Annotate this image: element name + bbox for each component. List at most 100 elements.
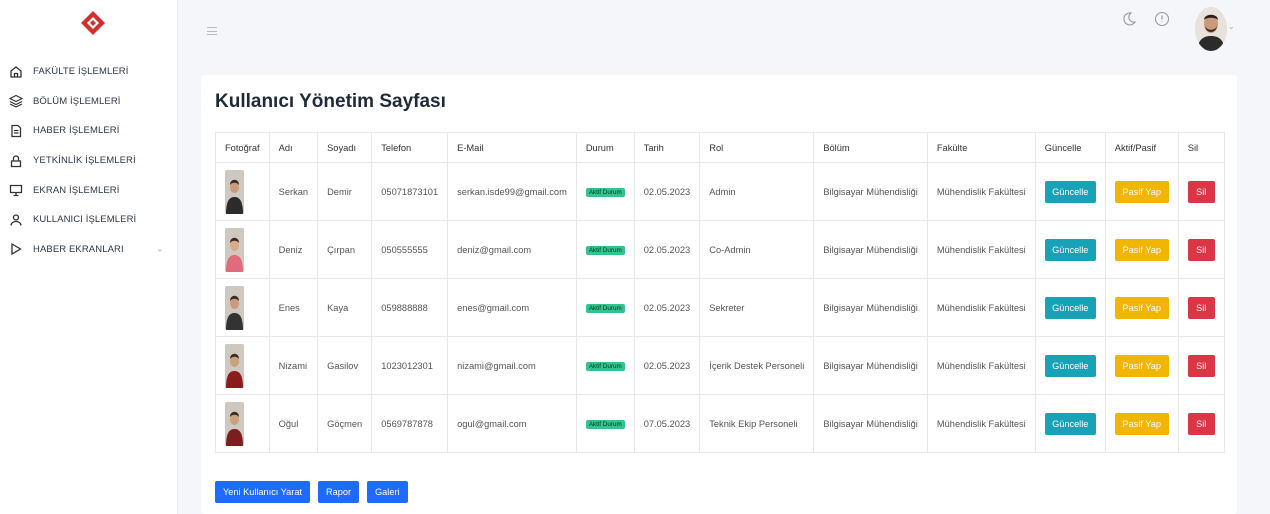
column-header: Rol — [699, 132, 815, 163]
cell-aktif-pasif: Pasif Yap — [1104, 278, 1179, 337]
logo-icon[interactable] — [80, 10, 106, 36]
update-button[interactable]: Güncelle — [1044, 180, 1096, 203]
cell-telefon: 059888888 — [371, 278, 449, 337]
cell-tarih: 02.05.2023 — [633, 278, 701, 337]
status-badge: Aktif Durum — [585, 188, 625, 197]
cell-tarih: 02.05.2023 — [633, 336, 701, 395]
users-table: Fotoğraf Adı Soyadı Telefon E-Mail Durum Tarih… — [215, 132, 1225, 453]
update-button[interactable]: Güncelle — [1044, 296, 1096, 319]
moon-icon[interactable] — [1120, 10, 1138, 28]
sidebar-item-kullanici[interactable]: KULLANICI İŞLEMLERİ — [0, 205, 178, 235]
cell-fakulte: Mühendislik Fakültesi — [926, 336, 1036, 395]
photo-cell — [215, 220, 270, 279]
user-photo — [225, 227, 244, 272]
photo-cell — [215, 162, 270, 221]
column-header: Fakülte — [926, 132, 1036, 163]
delete-button[interactable]: Sil — [1187, 412, 1215, 435]
column-header: Adı — [268, 132, 319, 163]
sidebar-item-label: BÖLÜM İŞLEMLERİ — [33, 95, 121, 107]
deactivate-button[interactable]: Pasif Yap — [1114, 412, 1169, 435]
cell-email: serkan.isde99@gmail.com — [447, 162, 577, 221]
delete-button[interactable]: Sil — [1187, 180, 1215, 203]
cell-sil: Sil — [1177, 220, 1225, 279]
cell-email: deniz@gmail.com — [447, 220, 577, 279]
top-bar: ⌄ — [178, 0, 1270, 66]
sidebar: FAKÜLTE İŞLEMLERİ BÖLÜM İŞLEMLERİ HABER … — [0, 0, 178, 514]
monitor-icon — [9, 185, 23, 197]
cell-tarih: 07.05.2023 — [633, 394, 701, 453]
status-badge: Aktif Durum — [585, 304, 625, 313]
cell-aktif-pasif: Pasif Yap — [1104, 336, 1179, 395]
column-header: Güncelle — [1034, 132, 1106, 163]
sidebar-item-label: HABER EKRANLARI — [33, 243, 124, 255]
cell-soyad: Demir — [317, 162, 373, 221]
deactivate-button[interactable]: Pasif Yap — [1114, 296, 1169, 319]
column-header: Sil — [1177, 132, 1225, 163]
cell-bolum: Bilgisayar Mühendisliği — [813, 336, 928, 395]
status-badge: Aktif Durum — [585, 420, 625, 429]
sidebar-item-fakulte[interactable]: FAKÜLTE İŞLEMLERİ — [0, 57, 178, 87]
column-header: E-Mail — [447, 132, 577, 163]
deactivate-button[interactable]: Pasif Yap — [1114, 180, 1169, 203]
delete-button[interactable]: Sil — [1187, 354, 1215, 377]
cell-durum: Aktif Durum — [575, 220, 635, 279]
layers-icon — [9, 95, 23, 109]
table-row: Oğul Göçmen 0569787878 ogul@gmail.com Aktif … — [215, 394, 1225, 453]
sidebar-item-ekran[interactable]: EKRAN İŞLEMLERİ — [0, 175, 178, 205]
status-badge: Aktif Durum — [585, 362, 625, 371]
cell-telefon: 05071873101 — [371, 162, 449, 221]
cell-guncelle: Güncelle — [1034, 336, 1106, 395]
document-icon — [11, 124, 22, 138]
gallery-button[interactable]: Galeri — [367, 481, 408, 503]
sidebar-item-label: YETKİNLİK İŞLEMLERİ — [33, 155, 136, 167]
deactivate-button[interactable]: Pasif Yap — [1114, 238, 1169, 261]
delete-button[interactable]: Sil — [1187, 296, 1215, 319]
new-user-button[interactable]: Yeni Kullanıcı Yarat — [215, 481, 310, 503]
lock-icon — [10, 154, 22, 167]
alert-icon[interactable] — [1153, 10, 1171, 28]
cell-durum: Aktif Durum — [575, 336, 635, 395]
cell-rol: Admin — [699, 162, 815, 221]
user-photo — [225, 285, 244, 330]
column-header: Soyadı — [317, 132, 373, 163]
column-header: Bölüm — [813, 132, 928, 163]
update-button[interactable]: Güncelle — [1044, 354, 1096, 377]
action-buttons: Yeni Kullanıcı Yarat Rapor Galeri — [215, 481, 408, 503]
cell-rol: Co-Admin — [699, 220, 815, 279]
report-button[interactable]: Rapor — [318, 481, 360, 503]
sidebar-menu: FAKÜLTE İŞLEMLERİ BÖLÜM İŞLEMLERİ HABER … — [0, 57, 178, 264]
hamburger-menu-icon[interactable] — [207, 27, 217, 35]
status-badge: Aktif Durum — [585, 246, 625, 255]
cell-sil: Sil — [1177, 336, 1225, 395]
update-button[interactable]: Güncelle — [1044, 412, 1096, 435]
deactivate-button[interactable]: Pasif Yap — [1114, 354, 1169, 377]
sidebar-item-label: FAKÜLTE İŞLEMLERİ — [33, 66, 129, 78]
delete-button[interactable]: Sil — [1187, 238, 1215, 261]
column-header: Durum — [575, 132, 635, 163]
table-row: Nizami Gasilov 1023012301 nizami@gmail.com A… — [215, 336, 1225, 395]
cell-guncelle: Güncelle — [1034, 220, 1106, 279]
column-header: Aktif/Pasif — [1104, 132, 1179, 163]
cell-fakulte: Mühendislik Fakültesi — [926, 394, 1036, 453]
chevron-down-icon[interactable]: ⌄ — [1228, 22, 1235, 31]
update-button[interactable]: Güncelle — [1044, 238, 1096, 261]
cell-soyad: Çırpan — [317, 220, 373, 279]
sidebar-item-haber[interactable]: HABER İŞLEMLERİ — [0, 116, 178, 146]
page-title: Kullanıcı Yönetim Sayfası — [215, 91, 446, 112]
cell-telefon: 050555555 — [371, 220, 449, 279]
user-photo — [225, 343, 244, 388]
cell-rol: Sekreter — [699, 278, 815, 337]
cell-email: nizami@gmail.com — [447, 336, 577, 395]
cell-rol: Teknik Ekip Personeli — [699, 394, 815, 453]
cell-aktif-pasif: Pasif Yap — [1104, 220, 1179, 279]
sidebar-item-label: EKRAN İŞLEMLERİ — [33, 184, 120, 196]
photo-cell — [215, 394, 270, 453]
user-avatar[interactable] — [1195, 7, 1227, 51]
cell-ad: Deniz — [268, 220, 319, 279]
sidebar-item-bolum[interactable]: BÖLÜM İŞLEMLERİ — [0, 87, 178, 117]
sidebar-item-yetkinlik[interactable]: YETKİNLİK İŞLEMLERİ — [0, 146, 178, 176]
chevron-down-icon[interactable]: ⌄ — [156, 244, 164, 255]
cell-soyad: Gasilov — [317, 336, 373, 395]
home-icon — [10, 65, 22, 78]
sidebar-item-haber-ekranlari[interactable]: HABER EKRANLARI ⌄ — [0, 235, 178, 265]
